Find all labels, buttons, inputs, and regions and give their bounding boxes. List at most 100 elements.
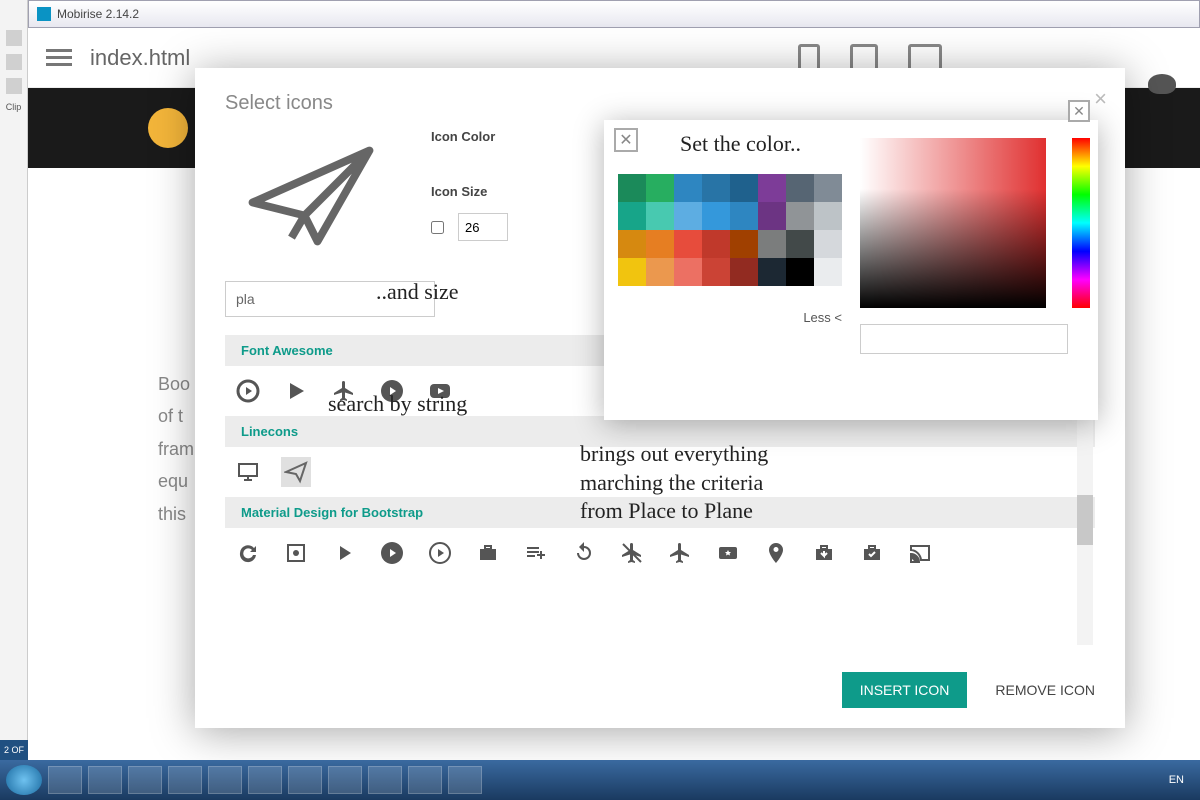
group-mdb[interactable]: Material Design for Bootstrap (225, 497, 1095, 528)
windows-taskbar: EN (0, 760, 1200, 800)
menu-icon[interactable] (46, 49, 72, 66)
taskbar-item[interactable] (368, 766, 402, 794)
color-swatch[interactable] (758, 258, 786, 286)
window-title: Mobirise 2.14.2 (57, 7, 139, 21)
paperplane-icon[interactable] (281, 457, 311, 487)
color-swatch[interactable] (674, 202, 702, 230)
airplane-off-icon[interactable] (617, 538, 647, 568)
play-icon[interactable] (281, 376, 311, 406)
hue-slider[interactable] (1072, 138, 1090, 308)
taskbar-item[interactable] (328, 766, 362, 794)
label-icon-color: Icon Color (431, 129, 508, 144)
color-swatch[interactable] (786, 202, 814, 230)
taskbar-item[interactable] (288, 766, 322, 794)
color-swatch[interactable] (730, 174, 758, 202)
play-outline-icon[interactable] (425, 538, 455, 568)
color-swatch[interactable] (814, 174, 842, 202)
color-swatch[interactable] (814, 202, 842, 230)
replay-icon[interactable] (569, 538, 599, 568)
cast-icon[interactable] (905, 538, 935, 568)
taskbar-item[interactable] (48, 766, 82, 794)
local-play-icon[interactable] (713, 538, 743, 568)
ribbon-icon (6, 78, 22, 94)
less-toggle[interactable]: Less < (618, 310, 842, 325)
app-icon (37, 7, 51, 21)
color-swatch[interactable] (646, 174, 674, 202)
remove-icon-button[interactable]: REMOVE ICON (995, 682, 1095, 698)
color-swatch[interactable] (730, 202, 758, 230)
label-icon-size: Icon Size (431, 184, 508, 199)
taskbar-item[interactable] (208, 766, 242, 794)
taskbar-item[interactable] (88, 766, 122, 794)
size-enable-checkbox[interactable] (431, 221, 444, 234)
hex-input[interactable] (860, 324, 1068, 354)
publish-icon[interactable] (1148, 74, 1176, 94)
gradient-close-icon[interactable]: ✕ (1068, 100, 1090, 122)
color-swatch[interactable] (702, 230, 730, 258)
refresh-icon[interactable] (233, 538, 263, 568)
language-indicator[interactable]: EN (1159, 774, 1194, 786)
status-bar: 2 OF (0, 740, 28, 760)
close-icon[interactable]: × (1094, 86, 1107, 112)
color-swatch[interactable] (674, 258, 702, 286)
color-swatch[interactable] (618, 258, 646, 286)
color-swatch[interactable] (758, 174, 786, 202)
color-swatch[interactable] (786, 174, 814, 202)
sun-icon (148, 108, 188, 148)
plane-icon[interactable] (329, 376, 359, 406)
icon-size-input[interactable] (458, 213, 508, 241)
play-circle-o-icon[interactable] (233, 376, 263, 406)
color-swatch[interactable] (730, 258, 758, 286)
playlist-add-icon[interactable] (521, 538, 551, 568)
play-circle-icon[interactable] (377, 376, 407, 406)
color-swatch[interactable] (758, 202, 786, 230)
scrollbar-thumb[interactable] (1077, 495, 1093, 545)
taskbar-item[interactable] (448, 766, 482, 794)
color-swatch[interactable] (786, 230, 814, 258)
play-filled-icon[interactable] (377, 538, 407, 568)
color-swatch[interactable] (646, 202, 674, 230)
group-linecons[interactable]: Linecons (225, 416, 1095, 447)
taskbar-item[interactable] (408, 766, 442, 794)
icon-preview (231, 131, 391, 261)
airplane-icon[interactable] (665, 538, 695, 568)
color-swatch[interactable] (702, 258, 730, 286)
color-swatch[interactable] (814, 258, 842, 286)
color-swatch[interactable] (618, 174, 646, 202)
taskbar-item[interactable] (128, 766, 162, 794)
youtube-play-icon[interactable] (425, 376, 455, 406)
start-button[interactable] (6, 765, 42, 795)
color-swatch[interactable] (702, 174, 730, 202)
color-picker-popover: ✕ Less < ✕ (604, 120, 1098, 420)
picker-close-icon[interactable]: ✕ (614, 128, 638, 152)
color-swatch[interactable] (814, 230, 842, 258)
color-swatch[interactable] (674, 174, 702, 202)
insert-icon-button[interactable]: INSERT ICON (842, 672, 968, 708)
color-swatch[interactable] (758, 230, 786, 258)
window-titlebar: Mobirise 2.14.2 (28, 0, 1200, 28)
color-swatch[interactable] (702, 202, 730, 230)
saturation-picker[interactable] (860, 138, 1046, 308)
color-swatch[interactable] (618, 230, 646, 258)
briefcase-check-icon[interactable] (857, 538, 887, 568)
color-swatch[interactable] (646, 258, 674, 286)
ribbon-icon (6, 30, 22, 46)
ribbon-label: Clip (6, 102, 22, 112)
archive-down-icon[interactable] (809, 538, 839, 568)
color-swatch[interactable] (730, 230, 758, 258)
color-swatch[interactable] (786, 258, 814, 286)
modal-title: Select icons (225, 92, 1095, 115)
color-swatch[interactable] (674, 230, 702, 258)
place-icon[interactable] (761, 538, 791, 568)
brightness-icon[interactable] (281, 538, 311, 568)
search-input[interactable] (225, 281, 435, 317)
taskbar-item[interactable] (168, 766, 202, 794)
display-icon[interactable] (233, 457, 263, 487)
play-arrow-icon[interactable] (329, 538, 359, 568)
color-swatch[interactable] (618, 202, 646, 230)
ribbon-icon (6, 54, 22, 70)
briefcase-icon[interactable] (473, 538, 503, 568)
color-swatch[interactable] (646, 230, 674, 258)
taskbar-item[interactable] (248, 766, 282, 794)
page-filename: index.html (90, 45, 190, 71)
